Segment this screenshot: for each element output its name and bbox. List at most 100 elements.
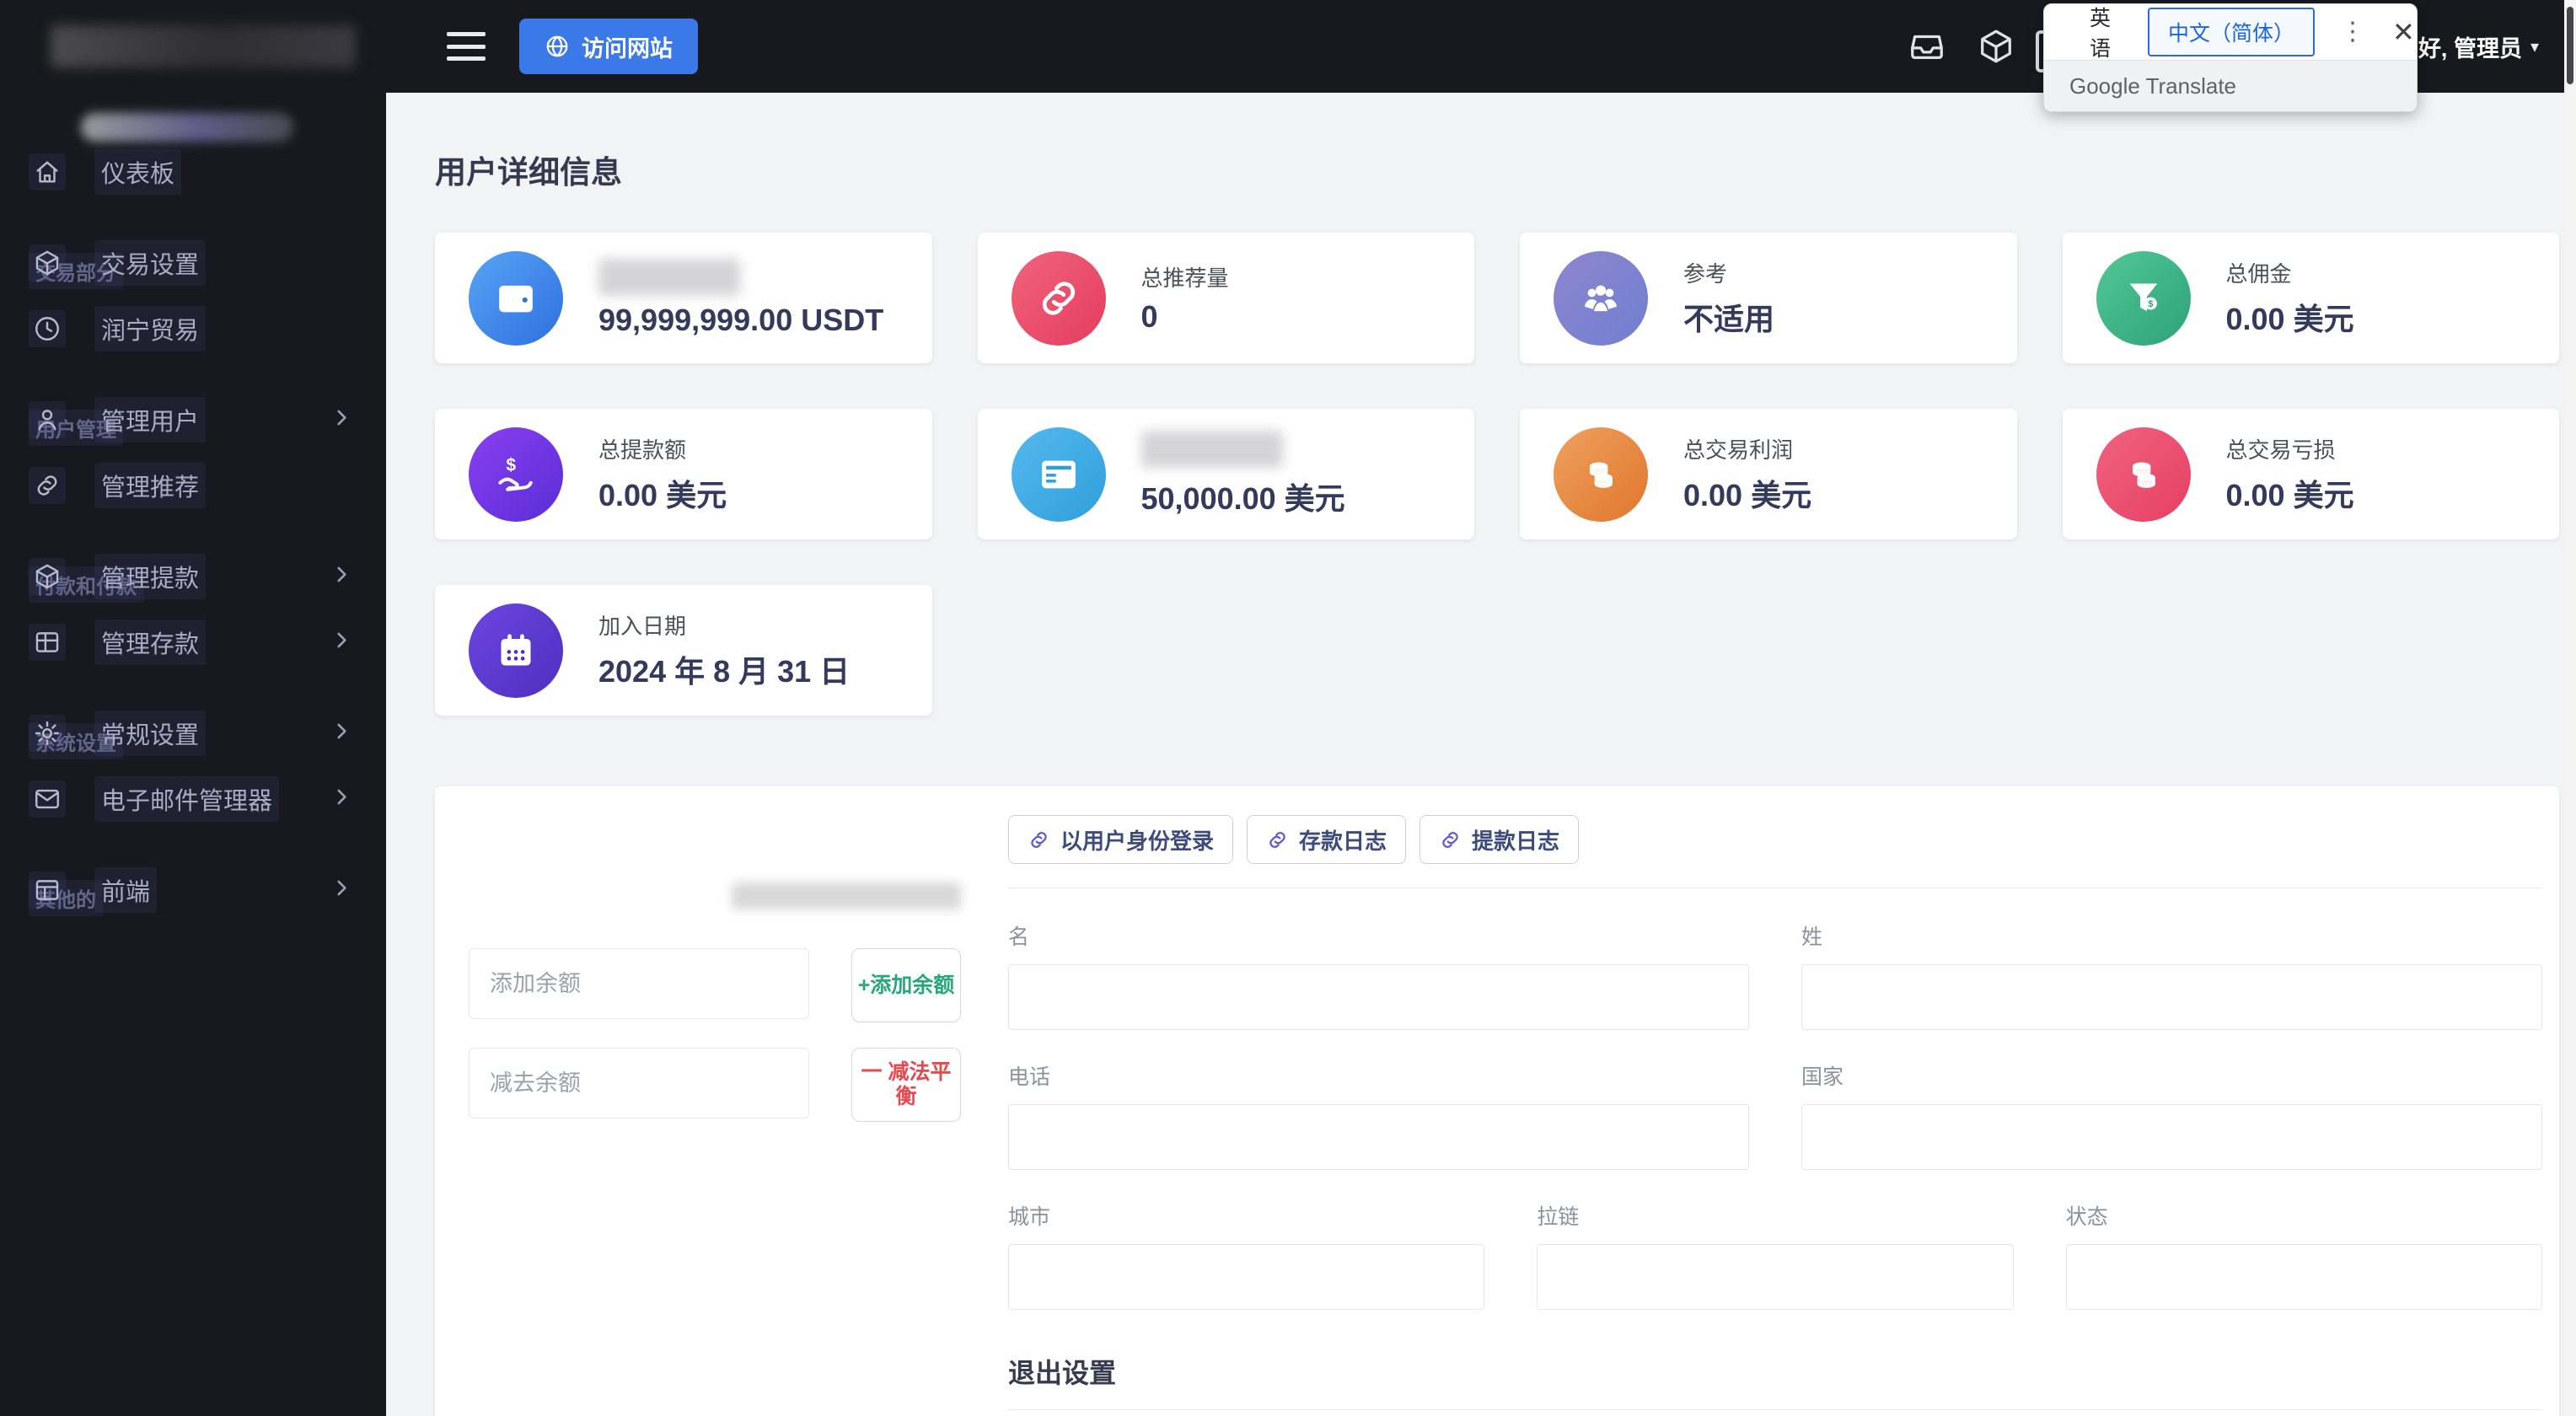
button-label: 以用户身份登录 [1060, 828, 1215, 854]
sidebar-item-manage-withdrawals[interactable]: 管理提款 [0, 553, 386, 600]
action-buttons: 以用户身份登录 存款日志 提款日志 [1008, 815, 2542, 864]
add-balance-input[interactable] [469, 948, 809, 1019]
stat-label: 总佣金 [2225, 261, 2292, 287]
sidebar-item-manage-users[interactable]: 管理用户 [0, 396, 386, 443]
city-label: 城市 [1008, 1205, 1051, 1229]
visit-site-button[interactable]: 访问网站 [519, 19, 698, 74]
translate-tab-english[interactable]: 英语 [2090, 2, 2111, 62]
sidebar-item-email-manager[interactable]: 电子邮件管理器 [0, 775, 386, 823]
button-label: 存款日志 [1299, 828, 1387, 854]
scrollbar-thumb[interactable] [2567, 7, 2573, 84]
redacted-logo-subtitle [81, 113, 293, 142]
stats-grid: 99,999,999.00 USDT 总推荐量 0 参考 不适用 $ 总佣金 0… [435, 233, 2559, 716]
calendar-icon [469, 603, 563, 698]
mail-icon [29, 780, 66, 818]
content: 用户详细信息 99,999,999.00 USDT 总推荐量 0 参考 不适用 … [386, 93, 2576, 1416]
hamburger-menu-icon[interactable] [447, 32, 486, 61]
phone-input[interactable] [1008, 1104, 1749, 1170]
redacted-label [1140, 430, 1283, 468]
stat-label: 总提款额 [598, 437, 687, 463]
stat-value: 50,000.00 美元 [1140, 480, 1345, 516]
google-translate-brand: Google Translate [2069, 72, 2237, 99]
layout-icon [29, 872, 66, 909]
credit-card-icon [1011, 426, 1106, 522]
sidebar-item-frontend[interactable]: 前端 [0, 866, 386, 914]
stat-value: 0.00 美元 [2225, 302, 2354, 336]
sidebar-item-label: 前端 [94, 867, 158, 913]
subtract-balance-button[interactable]: 一 减法平衡 [851, 1048, 961, 1122]
svg-text:$: $ [506, 455, 516, 475]
sidebar-item-general-settings[interactable]: 常规设置 [0, 710, 386, 757]
wallet-icon [469, 250, 563, 346]
stat-card-reference: 参考 不适用 [1520, 233, 2017, 363]
sidebar-item-dashboard[interactable]: 仪表板 [0, 148, 386, 196]
chevron-right-icon [330, 721, 352, 747]
button-label: 提款日志 [1472, 828, 1560, 854]
funnel-dollar-icon: $ [2096, 250, 2191, 346]
coins-icon [2096, 426, 2191, 522]
stat-card-balance: 99,999,999.00 USDT [435, 233, 932, 363]
sidebar-item-label: 润宁贸易 [94, 306, 207, 351]
admin-user-menu[interactable]: 好, 管理员 ▾ [2418, 0, 2539, 93]
home-icon [29, 153, 66, 190]
sidebar-item-label: 管理提款 [94, 554, 207, 599]
sidebar-item-label: 管理存款 [94, 620, 207, 665]
country-input[interactable] [1801, 1104, 2542, 1170]
exit-settings-heading: 退出设置 [1008, 1352, 2542, 1410]
sidebar-item-trade-settings[interactable]: 交易设置 [0, 239, 386, 287]
sidebar-item-running-trade[interactable]: 润宁贸易 [0, 305, 386, 352]
kebab-menu-icon[interactable]: ⋮ [2340, 19, 2365, 45]
last-name-input[interactable] [1801, 964, 2542, 1030]
chevron-right-icon [330, 564, 352, 590]
caret-down-icon: ▾ [2530, 37, 2539, 56]
redacted-username [732, 882, 961, 909]
first-name-input[interactable] [1008, 964, 1749, 1030]
phone-label: 电话 [1008, 1065, 1051, 1089]
sidebar-item-label: 交易设置 [94, 240, 207, 286]
redacted-logo [51, 25, 356, 67]
zip-input[interactable] [1537, 1244, 2014, 1310]
clock-icon [29, 310, 66, 347]
translate-popup-footer: Google Translate [2044, 60, 2417, 111]
user-form-panel: 以用户身份登录 存款日志 提款日志 名 姓 电话 国家 城市 拉链 状态 退出设… [1008, 815, 2542, 1416]
add-balance-button[interactable]: +添加余额 [851, 948, 961, 1022]
user-form-grid: 名 姓 电话 国家 城市 拉链 状态 退出设置 [1008, 920, 2542, 1416]
subtract-balance-input[interactable] [469, 1048, 809, 1118]
stat-card-total-trade-profit: 总交易利润 0.00 美元 [1520, 409, 2017, 539]
stat-value: 0.00 美元 [598, 478, 727, 512]
first-name-label: 名 [1008, 925, 1030, 949]
package-icon[interactable] [1977, 27, 2015, 66]
link-icon [29, 467, 66, 504]
login-as-user-button[interactable]: 以用户身份登录 [1008, 815, 1234, 864]
svg-text:$: $ [2148, 299, 2154, 309]
stat-label: 加入日期 [598, 614, 687, 639]
stat-label: 总推荐量 [1140, 266, 1229, 291]
withdraw-log-button[interactable]: 提款日志 [1419, 815, 1580, 864]
balance-panel: +添加余额 一 减法平衡 [469, 815, 961, 1416]
deposit-log-button[interactable]: 存款日志 [1247, 815, 1407, 864]
user-icon [29, 401, 66, 438]
sidebar-item-label: 电子邮件管理器 [94, 776, 280, 822]
status-input[interactable] [2065, 1244, 2542, 1310]
sidebar-item-manage-deposits[interactable]: 管理存款 [0, 619, 386, 666]
translate-tab-chinese-selected[interactable]: 中文（简体） [2148, 8, 2316, 56]
stat-value: 0.00 美元 [2225, 478, 2354, 512]
chevron-right-icon [330, 877, 352, 904]
stat-card-total-withdrawn: $ 总提款额 0.00 美元 [435, 409, 932, 539]
sidebar-item-manage-referrals[interactable]: 管理推荐 [0, 462, 386, 509]
chevron-right-icon [330, 407, 352, 433]
coins-icon [1554, 426, 1648, 522]
stat-value: 99,999,999.00 USDT [598, 302, 884, 337]
chevron-right-icon [330, 786, 352, 813]
visit-site-label: 访问网站 [582, 35, 673, 62]
stat-card-total-trade-loss: 总交易亏损 0.00 美元 [2062, 409, 2559, 539]
last-name-label: 姓 [1801, 925, 1823, 949]
inbox-icon[interactable] [1908, 27, 1946, 66]
sidebar-item-label: 仪表板 [94, 149, 182, 195]
zip-label: 拉链 [1537, 1205, 1580, 1229]
user-details-card: +添加余额 一 减法平衡 以用户身份登录 [435, 786, 2559, 1416]
close-icon[interactable]: ✕ [2392, 19, 2415, 46]
link-icon [1031, 831, 1047, 848]
city-input[interactable] [1008, 1244, 1485, 1310]
vertical-scrollbar[interactable] [2564, 0, 2576, 1416]
